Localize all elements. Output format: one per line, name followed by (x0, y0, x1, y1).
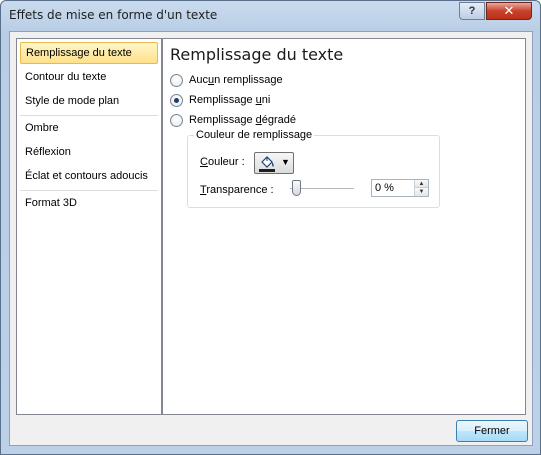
category-list: Remplissage du texte Contour du texte St… (16, 38, 162, 415)
radio-button-icon[interactable] (170, 113, 183, 127)
color-label: Couleur : (200, 156, 245, 168)
sidebar-divider (20, 115, 158, 116)
dialog-client-area: Remplissage du texte Contour du texte St… (9, 31, 533, 446)
radio-label: Remplissage uni (189, 94, 271, 106)
spin-buttons: ▲ ▼ (414, 180, 428, 196)
radio-remplissage-uni[interactable]: Remplissage uni (170, 92, 270, 108)
radio-button-selected-icon[interactable] (170, 93, 183, 107)
radio-label: Aucun remplissage (189, 74, 283, 86)
sidebar-item-ombre[interactable]: Ombre (20, 117, 158, 139)
dialog-window: Effets de mise en forme d'un texte ? ✕ R… (0, 0, 541, 455)
radio-dot (174, 97, 179, 103)
close-window-button[interactable]: ✕ (486, 2, 532, 20)
transparency-spinbox[interactable]: 0 % ▲ ▼ (371, 179, 429, 197)
transparency-value[interactable]: 0 % (375, 182, 394, 194)
paint-bucket-icon (261, 156, 274, 168)
transparency-label: Transparence : (200, 184, 274, 196)
settings-panel: Remplissage du texte Aucun remplissage R… (162, 38, 526, 415)
group-title: Couleur de remplissage (194, 129, 315, 141)
radio-aucun-remplissage[interactable]: Aucun remplissage (170, 72, 283, 88)
spin-down-icon[interactable]: ▼ (415, 188, 428, 196)
fermer-button[interactable]: Fermer (456, 420, 528, 442)
sidebar-item-eclat[interactable]: Éclat et contours adoucis (20, 165, 158, 187)
current-color-swatch (259, 169, 275, 172)
sidebar-item-reflexion[interactable]: Réflexion (20, 141, 158, 163)
sidebar-item-style-mode-plan[interactable]: Style de mode plan (20, 90, 158, 112)
sidebar-item-contour[interactable]: Contour du texte (20, 66, 158, 88)
fill-color-picker-button[interactable]: ▼ (254, 152, 294, 174)
spin-up-icon[interactable]: ▲ (415, 180, 428, 188)
help-button[interactable]: ? (459, 2, 485, 20)
sidebar-divider (20, 190, 158, 191)
fill-color-group: Couleur de remplissage Couleur : ▼ Trans… (187, 129, 440, 208)
radio-label: Remplissage dégradé (189, 114, 297, 126)
sidebar-item-format-3d[interactable]: Format 3D (20, 192, 158, 214)
sidebar-item-remplissage[interactable]: Remplissage du texte (20, 42, 158, 64)
transparency-slider-thumb[interactable] (292, 180, 301, 196)
radio-remplissage-degrade[interactable]: Remplissage dégradé (170, 112, 296, 128)
window-title: Effets de mise en forme d'un texte (9, 8, 218, 22)
radio-button-icon[interactable] (170, 73, 183, 87)
chevron-down-icon: ▼ (281, 157, 290, 167)
panel-title: Remplissage du texte (170, 45, 344, 64)
title-bar: Effets de mise en forme d'un texte ? ✕ (1, 1, 540, 29)
